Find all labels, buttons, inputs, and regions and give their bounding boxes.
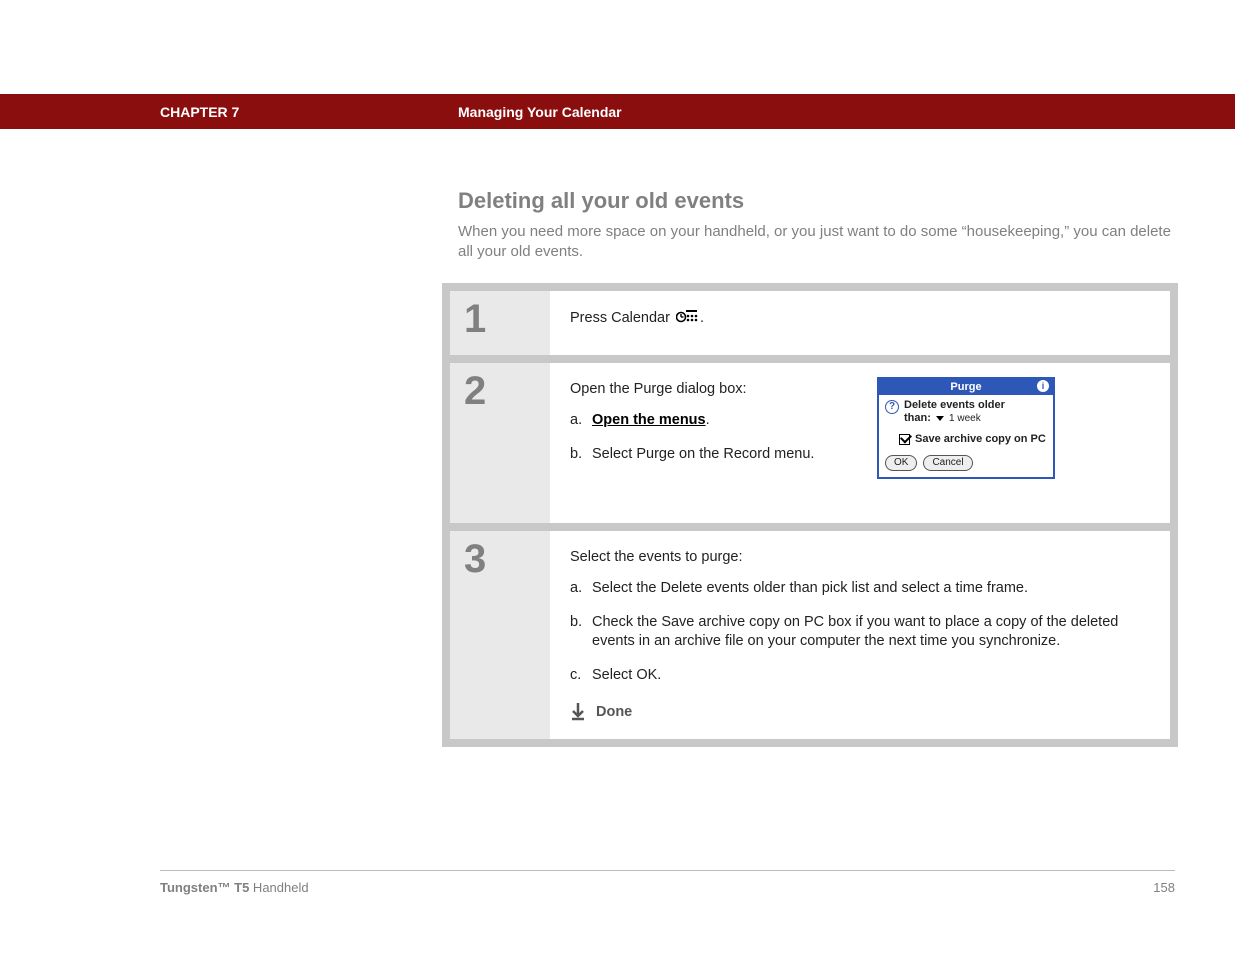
cancel-button: Cancel [923,455,972,471]
chapter-label: CHAPTER 7 [160,104,239,120]
dialog-title: Purge [950,381,981,393]
step-body: Open the Purge dialog box: a. Open the m… [550,363,1170,523]
item-text: Check the Save archive copy on PC box if… [592,613,1150,652]
item-letter: a. [570,411,592,431]
step-number: 3 [450,531,550,739]
ok-button: OK [885,455,917,471]
step-row: 1 Press Calendar . [450,291,1170,355]
page-footer: Tungsten™ T5 Handheld 158 [160,880,1175,895]
chapter-title: Managing Your Calendar [458,104,622,120]
step-body: Select the events to purge: a. Select th… [550,531,1170,739]
step-lead: Open the Purge dialog box: [570,381,1150,397]
dropdown-icon [936,416,944,421]
step-number: 1 [450,291,550,355]
done-indicator: Done [570,703,1150,721]
dialog-row: ? Delete events older than: 1 week [885,399,1047,425]
list-item: c. Select OK. [570,666,1150,686]
step-row: 2 Open the Purge dialog box: a. Open the… [450,363,1170,523]
open-menus-link[interactable]: Open the menus [592,412,706,428]
list-item: a. Select the Delete events older than p… [570,579,1150,599]
dialog-buttons: OK Cancel [879,451,1053,477]
item-letter: a. [570,579,592,599]
step-text: Press Calendar [570,310,674,326]
chapter-header: CHAPTER 7 Managing Your Calendar [0,94,1235,129]
page-heading: Deleting all your old events [458,188,1178,214]
done-arrow-icon [570,703,586,721]
item-text: Select Purge on the Record menu. [592,445,840,465]
step-number: 2 [450,363,550,523]
item-letter: c. [570,666,592,686]
step-body: Press Calendar . [550,291,1170,355]
main-content: Deleting all your old events When you ne… [458,188,1178,263]
footer-divider [160,870,1175,871]
item-text: Open the menus. [592,411,840,431]
info-icon: i [1037,380,1049,392]
dialog-content: ? Delete events older than: 1 week Save … [879,395,1053,451]
steps-container: 1 Press Calendar . 2 Open the Purge dial… [442,283,1178,747]
page-number: 158 [1153,880,1175,895]
question-icon: ? [885,400,899,414]
step-text-after: . [700,310,704,326]
checkbox-label: Save archive copy on PC [915,433,1046,445]
dialog-text: Delete events older than: 1 week [904,399,1005,425]
step-row: 3 Select the events to purge: a. Select … [450,531,1170,739]
list-item: b. Select Purge on the Record menu. [570,445,840,465]
item-letter: b. [570,445,592,465]
calendar-icon [676,309,698,327]
step-lead: Select the events to purge: [570,549,1150,565]
sub-list: a. Select the Delete events older than p… [570,579,1150,685]
list-item: b. Check the Save archive copy on PC box… [570,613,1150,652]
dialog-titlebar: Purge i [879,379,1053,395]
purge-dialog-illustration: Purge i ? Delete events older than: 1 we… [877,377,1055,479]
checkbox-icon [899,434,910,445]
list-item: a. Open the menus. [570,411,840,431]
product-name: Tungsten™ T5 Handheld [160,880,309,895]
item-text: Select the Delete events older than pick… [592,579,1150,599]
done-label: Done [596,704,632,720]
dialog-checkbox-row: Save archive copy on PC [899,433,1047,445]
item-text: Select OK. [592,666,1150,686]
sub-list: a. Open the menus. b. Select Purge on th… [570,411,840,464]
intro-text: When you need more space on your handhel… [458,222,1178,263]
item-letter: b. [570,613,592,652]
